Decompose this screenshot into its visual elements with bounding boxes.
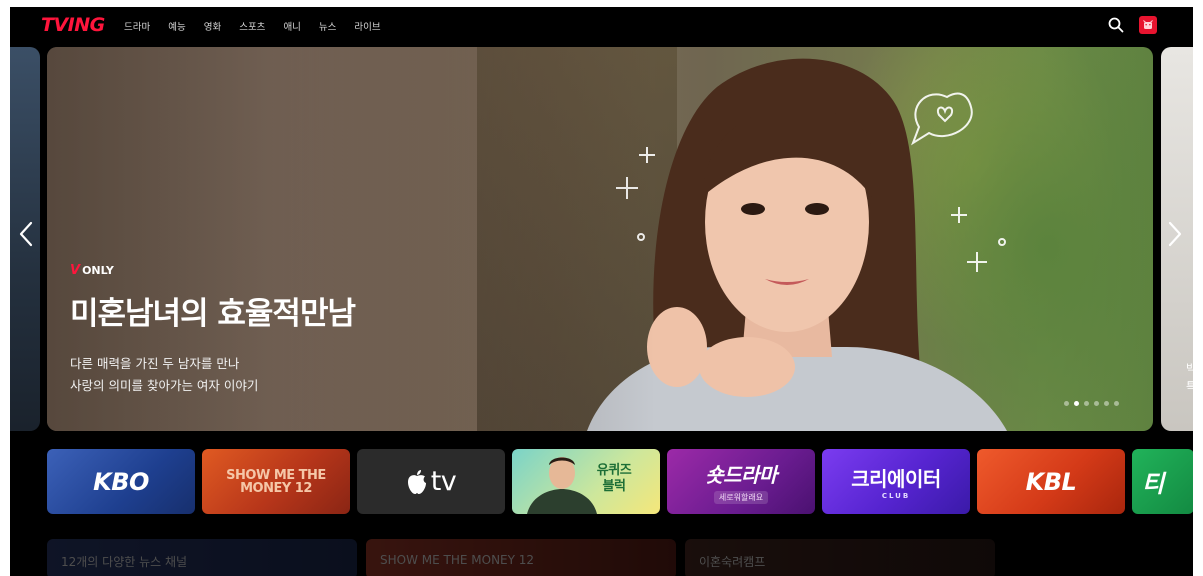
- carousel-dot[interactable]: [1104, 401, 1109, 406]
- channel-row: KBO SHOW ME THE MONEY 12 tv 유퀴즈 블럭 숏드라마 …: [47, 449, 1193, 514]
- channel-apple-tv[interactable]: tv: [357, 449, 505, 514]
- nav-variety[interactable]: 예능: [168, 19, 185, 33]
- carousel-dot[interactable]: [1094, 401, 1099, 406]
- hero-artwork: [587, 58, 1007, 431]
- channel-yu-quiz-label: 유퀴즈 블럭: [596, 463, 632, 494]
- hero-title[interactable]: 미혼남녀의 효율적만남: [70, 288, 356, 333]
- content-card-news[interactable]: 12개의 다양한 뉴스 채널: [47, 539, 357, 576]
- nav-anime[interactable]: 애니: [283, 19, 300, 33]
- channel-short-drama-label: 숏드라마: [705, 463, 777, 487]
- tving-v-logo-icon: V: [70, 263, 81, 278]
- nav-live[interactable]: 라이브: [354, 19, 380, 33]
- hero-banner[interactable]: V ONLY 미혼남녀의 효율적만남 다른 매력을 가진 두 남자를 만나 사랑…: [47, 47, 1153, 431]
- content-card-divorce-camp[interactable]: 이혼숙려캠프: [685, 539, 995, 576]
- next-slide-peek-text: 빅 특: [1186, 360, 1193, 396]
- hero-content: V ONLY 미혼남녀의 효율적만남 다른 매력을 가진 두 남자를 만나 사랑…: [70, 263, 356, 397]
- carousel-dot[interactable]: [1084, 401, 1089, 406]
- main-nav: 드라마 예능 영화 스포츠 애니 뉴스 라이브: [124, 19, 399, 33]
- channel-kbo[interactable]: KBO: [47, 449, 195, 514]
- peek-text-line1: 빅: [1186, 362, 1193, 375]
- carousel-dot[interactable]: [1064, 401, 1069, 406]
- host-figure-icon: [527, 457, 597, 514]
- channel-kbl[interactable]: KBL: [977, 449, 1125, 514]
- channel-creator-label: 크리에이터: [851, 467, 941, 491]
- channel-short-drama-sub: 세로워할래요: [713, 491, 769, 504]
- channel-creator-sub: CLUB: [881, 492, 911, 500]
- chevron-left-icon[interactable]: [17, 219, 35, 249]
- channel-partial-label: 티: [1142, 470, 1164, 498]
- nav-movie[interactable]: 영화: [204, 19, 221, 33]
- tving-logo[interactable]: TVING: [41, 14, 105, 36]
- channel-yu-quiz[interactable]: 유퀴즈 블럭: [512, 449, 660, 514]
- apple-icon: [407, 469, 426, 494]
- channel-smtm-label: SHOW ME THE MONEY 12: [226, 467, 326, 496]
- search-icon[interactable]: [1107, 16, 1125, 34]
- channel-kbl-label: KBL: [1025, 467, 1077, 496]
- top-header: TVING 드라마 예능 영화 스포츠 애니 뉴스 라이브: [10, 7, 1193, 43]
- app-frame: TVING 드라마 예능 영화 스포츠 애니 뉴스 라이브 빅 특 V ONLY…: [10, 7, 1193, 576]
- channel-creator-club[interactable]: 크리에이터 CLUB: [822, 449, 970, 514]
- only-badge-label: ONLY: [82, 264, 114, 277]
- profile-face-icon: [1143, 20, 1153, 29]
- nav-news[interactable]: 뉴스: [319, 19, 336, 33]
- channel-kbo-label: KBO: [93, 467, 149, 496]
- hero-description: 다른 매력을 가진 두 남자를 만나 사랑의 의미를 찾아가는 여자 이야기: [70, 353, 355, 397]
- carousel-dot[interactable]: [1114, 401, 1119, 406]
- only-badge: V ONLY: [70, 263, 355, 278]
- content-card-smtm[interactable]: SHOW ME THE MONEY 12: [366, 539, 676, 576]
- peek-text-line2: 특: [1186, 380, 1193, 393]
- channel-short-drama[interactable]: 숏드라마 세로워할래요: [667, 449, 815, 514]
- hero-description-line2: 사랑의 의미를 찾아가는 여자 이야기: [70, 378, 259, 393]
- carousel-dots: [1064, 401, 1119, 406]
- channel-show-me-the-money[interactable]: SHOW ME THE MONEY 12: [202, 449, 350, 514]
- bottom-content-row: 12개의 다양한 뉴스 채널 SHOW ME THE MONEY 12 이혼숙려…: [47, 539, 995, 576]
- carousel-dot[interactable]: [1074, 401, 1079, 406]
- channel-partial[interactable]: 티: [1132, 449, 1193, 514]
- nav-drama[interactable]: 드라마: [124, 19, 150, 33]
- profile-icon[interactable]: [1139, 16, 1157, 34]
- nav-sports[interactable]: 스포츠: [239, 19, 265, 33]
- hero-description-line1: 다른 매력을 가진 두 남자를 만나: [70, 356, 240, 371]
- hero-background-window: [477, 47, 677, 431]
- chevron-right-icon[interactable]: [1166, 219, 1184, 249]
- channel-apple-tv-label: tv: [430, 466, 457, 497]
